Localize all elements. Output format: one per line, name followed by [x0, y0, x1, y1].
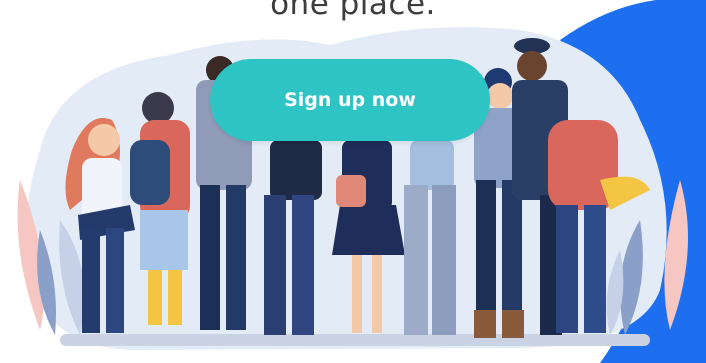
sign-up-button[interactable]: Sign up now: [210, 59, 490, 141]
signup-hero: one place. Sign up now: [0, 0, 706, 363]
ground-shadow: [60, 334, 650, 346]
person-4: [264, 140, 322, 335]
people-group-illustration: [17, 0, 706, 363]
hero-heading: one place.: [270, 0, 436, 22]
